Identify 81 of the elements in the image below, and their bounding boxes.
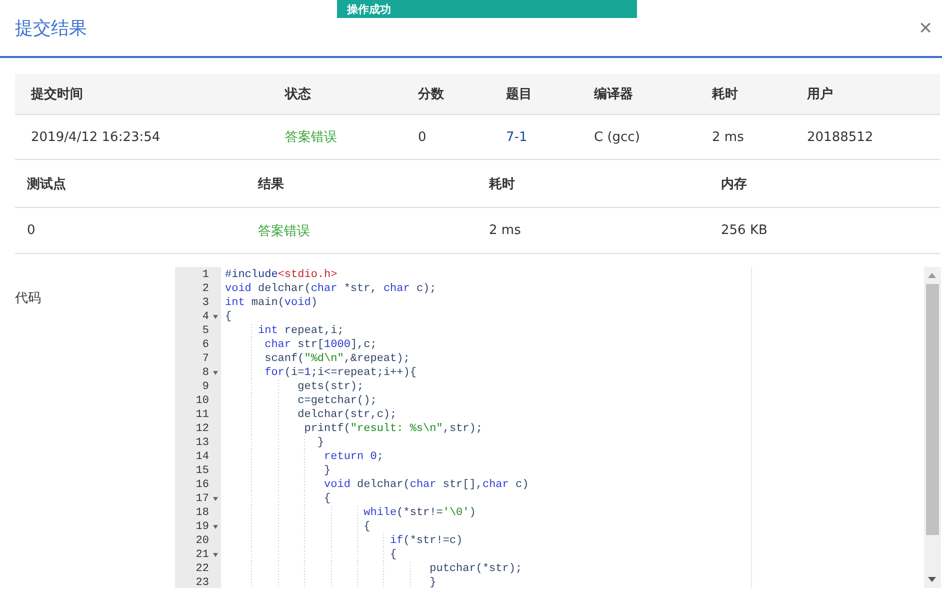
code-line: #include<stdio.h> xyxy=(225,268,338,282)
line-number: 8 xyxy=(175,366,221,380)
code-line: scanf("%d\n",&repeat); xyxy=(225,352,924,366)
line-number: 23 xyxy=(194,576,210,588)
status-text: 答案错误 xyxy=(284,129,338,146)
column-header: 提交时间 xyxy=(30,86,84,103)
table-cell-text: 20188512 xyxy=(806,130,874,144)
status-text: 答案错误 xyxy=(257,222,311,240)
line-number: 12 xyxy=(194,422,210,436)
table-cell-text: 0 xyxy=(26,223,36,238)
line-number: 16 xyxy=(194,478,210,492)
line-number: 18 xyxy=(194,506,210,520)
column-header: 用户 xyxy=(806,86,834,103)
code-line: return 0; xyxy=(225,450,924,464)
fold-icon[interactable] xyxy=(213,371,218,375)
column-header: 编译器 xyxy=(592,86,634,103)
line-number: 11 xyxy=(194,408,210,422)
code-line: if(*str!=c) xyxy=(225,534,924,548)
column-header: 耗时 xyxy=(488,176,516,192)
line-number: 21 xyxy=(175,548,221,562)
column-header: 分数 xyxy=(416,86,445,103)
table-cell-text: 0 xyxy=(417,130,428,144)
line-number: 14 xyxy=(194,450,210,464)
code-line: } xyxy=(225,436,924,450)
column-header: 测试点 xyxy=(26,176,67,192)
dialog-title: 提交结果 xyxy=(15,17,87,40)
column-header: 结果 xyxy=(256,176,285,192)
line-number: 13 xyxy=(194,436,210,450)
toast-message: 操作成功 xyxy=(337,0,637,18)
line-number: 2 xyxy=(201,282,210,296)
code-line: gets(str); xyxy=(225,380,924,394)
fold-icon[interactable] xyxy=(213,553,218,557)
line-number: 17 xyxy=(175,492,221,506)
scrollbar[interactable] xyxy=(924,267,941,588)
line-number: 15 xyxy=(194,464,210,478)
code-line: } xyxy=(225,576,924,588)
fold-icon[interactable] xyxy=(213,315,218,319)
scroll-up-icon[interactable] xyxy=(928,273,936,278)
code-line: for(i=1;i<=repeat;i++){ xyxy=(225,366,924,380)
table-cell-text: 2 ms xyxy=(488,223,522,238)
column-header: 题目 xyxy=(505,86,533,103)
line-number: 9 xyxy=(201,380,210,394)
column-header: 状态 xyxy=(283,86,312,103)
table-cell-text: C (gcc) xyxy=(593,130,641,144)
code-line: { xyxy=(225,492,924,506)
line-number: 4 xyxy=(175,310,221,324)
table-cell-text: 2 ms xyxy=(711,130,745,144)
code-line: void delchar(char str[],char c) xyxy=(225,478,924,492)
line-number: 6 xyxy=(201,338,210,352)
code-line: delchar(str,c); xyxy=(225,408,924,422)
line-number: 20 xyxy=(194,534,210,548)
code-line: { xyxy=(225,310,233,324)
code-line: void delchar(char *str, char c); xyxy=(225,282,438,296)
code-line: printf("result: %s\n",str); xyxy=(225,422,924,436)
code-line: putchar(*str); xyxy=(225,562,924,576)
line-number: 19 xyxy=(175,520,221,534)
table-cell-text: 256 KB xyxy=(720,223,768,238)
scroll-down-icon[interactable] xyxy=(928,577,936,582)
line-number: 5 xyxy=(201,324,210,338)
line-number: 1 xyxy=(201,268,210,282)
code-line: } xyxy=(225,464,924,478)
column-header: 耗时 xyxy=(710,86,739,103)
code-line: c=getchar(); xyxy=(225,394,924,408)
table-cell-text: 2019/4/12 16:23:54 xyxy=(30,130,162,144)
close-button[interactable]: × xyxy=(917,17,934,39)
line-number: 3 xyxy=(201,296,210,310)
code-line: { xyxy=(225,548,924,562)
code-line: char str[1000],c; xyxy=(225,338,924,352)
code-line: while(*str!='\0') xyxy=(225,506,924,520)
code-line: int repeat,i; xyxy=(225,324,924,338)
column-header: 内存 xyxy=(720,176,748,192)
fold-icon[interactable] xyxy=(213,525,218,529)
line-number: 7 xyxy=(201,352,210,366)
code-line: int main(void) xyxy=(225,296,318,310)
line-number: 22 xyxy=(194,562,210,576)
code-line: { xyxy=(225,520,924,534)
line-number: 10 xyxy=(194,394,210,408)
scrollbar-thumb[interactable] xyxy=(926,284,939,535)
code-label: 代码 xyxy=(15,290,42,307)
problem-link[interactable]: 7-1 xyxy=(490,130,578,144)
fold-icon[interactable] xyxy=(213,497,218,501)
